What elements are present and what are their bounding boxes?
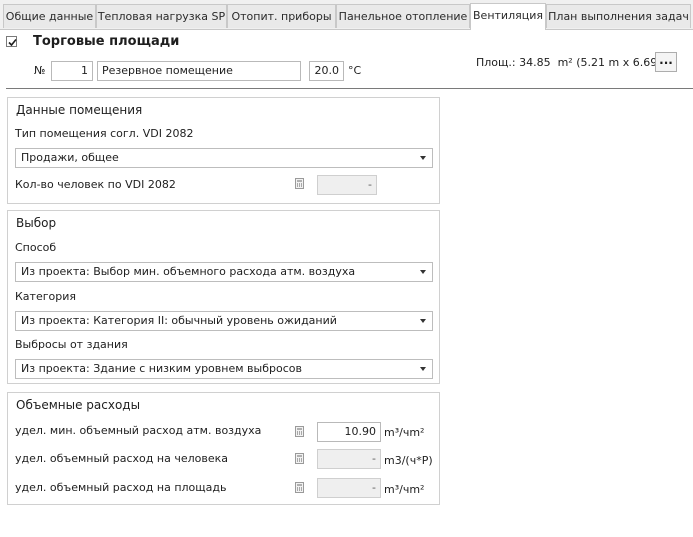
flow-unit: m³/чm²	[384, 483, 425, 496]
min-outdoor-flow-input[interactable]: 10.90	[317, 422, 381, 442]
selection-title: Выбор	[16, 216, 57, 230]
flow-row-label: удел. объемный расход на площадь	[15, 481, 227, 494]
tab-heaters[interactable]: Отопит. приборы	[227, 4, 336, 28]
flow-unit: m³/чm²	[384, 426, 425, 439]
tab-heat-load[interactable]: Тепловая нагрузка SP	[96, 4, 227, 28]
room-title: Торговые площади	[33, 34, 180, 49]
room-number-label: №	[34, 64, 46, 77]
method-select[interactable]: Из проекта: Выбор мин. объемного расхода…	[15, 262, 433, 282]
room-more-button[interactable]: ...	[655, 52, 677, 72]
room-enabled-checkbox[interactable]	[6, 36, 17, 47]
category-label: Категория	[15, 290, 76, 303]
flow-per-person-input[interactable]: -	[317, 449, 381, 469]
room-temperature-input[interactable]: 20.0	[309, 61, 344, 81]
room-data-group: Данные помещения Тип помещения согл. VDI…	[7, 97, 440, 204]
volume-flows-title: Объемные расходы	[16, 398, 141, 412]
area-unit: m²	[557, 56, 573, 69]
area-value: Площ.: 34.85	[476, 56, 551, 69]
emissions-select[interactable]: Из проекта: Здание с низким уровнем выбр…	[15, 359, 433, 379]
flow-row-label: удел. объемный расход на человека	[15, 452, 228, 465]
room-area-text: Площ.: 34.85 m² (5.21 m x 6.69 m)	[476, 56, 676, 69]
tab-panel-heating[interactable]: Панельное отопление	[336, 4, 470, 28]
category-select[interactable]: Из проекта: Категория II: обычный уровен…	[15, 311, 433, 331]
flow-unit: m3/(ч*P)	[384, 454, 433, 467]
method-value: Из проекта: Выбор мин. объемного расхода…	[21, 265, 356, 278]
volume-flows-group: Объемные расходы удел. мин. объемный рас…	[7, 392, 440, 505]
temperature-unit: °C	[348, 64, 362, 77]
room-type-label: Тип помещения согл. VDI 2082	[15, 127, 194, 140]
calculator-icon[interactable]	[295, 453, 304, 464]
flow-per-area-input[interactable]: -	[317, 478, 381, 498]
room-type-select[interactable]: Продажи, общее	[15, 148, 433, 168]
tab-ventilation[interactable]: Вентиляция	[470, 3, 546, 30]
chevron-down-icon	[420, 367, 426, 371]
emissions-value: Из проекта: Здание с низким уровнем выбр…	[21, 362, 302, 375]
calculator-icon[interactable]	[295, 178, 304, 189]
header-divider	[6, 88, 693, 89]
calculator-icon[interactable]	[295, 482, 304, 493]
chevron-down-icon	[420, 319, 426, 323]
selection-group: Выбор Способ Из проекта: Выбор мин. объе…	[7, 210, 440, 384]
tab-general-data[interactable]: Общие данные	[3, 4, 96, 28]
category-value: Из проекта: Категория II: обычный уровен…	[21, 314, 337, 327]
flow-row-label: удел. мин. объемный расход атм. воздуха	[15, 424, 262, 437]
chevron-down-icon	[420, 270, 426, 274]
tab-bar: Общие данные Тепловая нагрузка SP Отопит…	[0, 0, 693, 30]
room-type-value: Продажи, общее	[21, 151, 119, 164]
chevron-down-icon	[420, 156, 426, 160]
persons-input[interactable]: -	[317, 175, 377, 195]
room-number-input[interactable]: 1	[51, 61, 93, 81]
tab-task-plan[interactable]: План выполнения задач	[546, 4, 691, 28]
calculator-icon[interactable]	[295, 426, 304, 437]
emissions-label: Выбросы от здания	[15, 338, 128, 351]
method-label: Способ	[15, 241, 57, 254]
checkmark-icon	[8, 38, 17, 47]
room-data-title: Данные помещения	[16, 103, 143, 117]
persons-label: Кол-во человек по VDI 2082	[15, 178, 176, 191]
room-name-input[interactable]: Резервное помещение	[97, 61, 301, 81]
